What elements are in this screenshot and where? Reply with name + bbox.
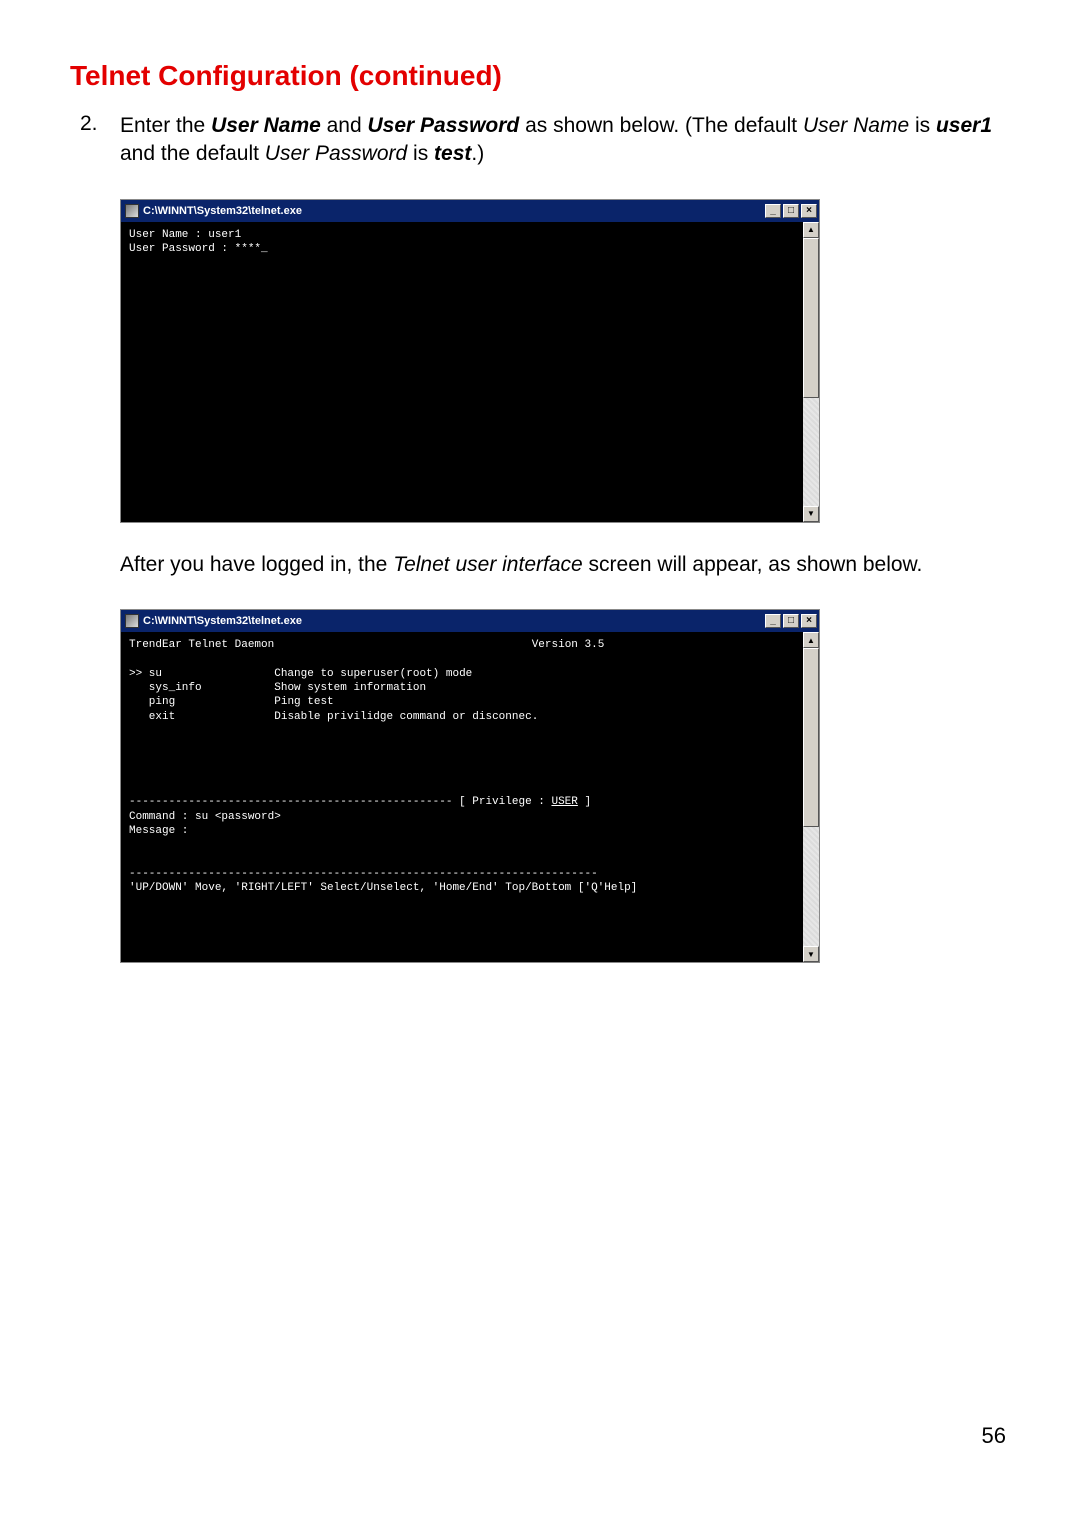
terminal-content: TrendEar Telnet Daemon Version 3.5 >> su… [121, 632, 803, 962]
step-number: 2. [80, 112, 120, 169]
scroll-thumb[interactable] [803, 648, 819, 827]
window-controls: _ □ × [765, 614, 817, 628]
maximize-button[interactable]: □ [783, 614, 799, 628]
after-login-paragraph: After you have logged in, the Telnet use… [120, 551, 1010, 579]
help-footer: 'UP/DOWN' Move, 'RIGHT/LEFT' Select/Unse… [129, 882, 637, 894]
txt: After you have logged in, the [120, 553, 393, 576]
desc-su: Change to superuser(root) mode [274, 668, 472, 680]
privilege-value: USER [551, 796, 577, 808]
terminal-content: User Name : user1 User Password : ****_ [121, 222, 803, 522]
cmd-exit: exit [129, 711, 175, 723]
login-user-line: User Name : user1 [129, 229, 241, 241]
titlebar: C:\WINNT\System32\telnet.exe _ □ × [121, 200, 819, 222]
desc-exit: Disable privilidge command or disconnec. [274, 711, 538, 723]
privilege-end: ] [578, 796, 591, 808]
minimize-button[interactable]: _ [765, 204, 781, 218]
app-icon [125, 614, 139, 628]
txt: as shown below. (The default [519, 114, 803, 137]
scroll-down-button[interactable]: ▼ [803, 506, 819, 522]
scroll-up-button[interactable]: ▲ [803, 222, 819, 238]
scrollbar[interactable]: ▲ ▼ [803, 632, 819, 962]
italic-telnet-ui: Telnet user interface [393, 553, 583, 576]
terminal-window-login: C:\WINNT\System32\telnet.exe _ □ × User … [120, 199, 820, 523]
close-button[interactable]: × [801, 614, 817, 628]
window-title: C:\WINNT\System32\telnet.exe [143, 615, 302, 627]
daemon-header-left: TrendEar Telnet Daemon [129, 639, 274, 651]
default-user: user1 [936, 114, 992, 137]
txt: and the default [120, 142, 265, 165]
titlebar: C:\WINNT\System32\telnet.exe _ □ × [121, 610, 819, 632]
txt: and [321, 114, 368, 137]
txt: .) [471, 142, 484, 165]
cmd-su: >> su [129, 668, 162, 680]
page-heading: Telnet Configuration (continued) [70, 60, 1010, 92]
default-pass: test [434, 142, 471, 165]
cmd-sysinfo: sys_info [129, 682, 202, 694]
app-icon [125, 204, 139, 218]
bold-user-name: User Name [211, 114, 321, 137]
italic-user-name: User Name [803, 114, 909, 137]
scroll-down-button[interactable]: ▼ [803, 946, 819, 962]
message-line: Message : [129, 825, 188, 837]
window-controls: _ □ × [765, 204, 817, 218]
desc-sysinfo: Show system information [274, 682, 426, 694]
window-title: C:\WINNT\System32\telnet.exe [143, 205, 302, 217]
bold-user-password: User Password [368, 114, 520, 137]
scroll-track[interactable] [803, 648, 819, 946]
daemon-header-right: Version 3.5 [532, 639, 605, 651]
scrollbar[interactable]: ▲ ▼ [803, 222, 819, 522]
step-2: 2. Enter the User Name and User Password… [70, 112, 1010, 169]
close-button[interactable]: × [801, 204, 817, 218]
txt: is [909, 114, 936, 137]
page-number: 56 [70, 1423, 1010, 1449]
desc-ping: Ping test [274, 696, 333, 708]
txt: is [407, 142, 434, 165]
step-instruction: Enter the User Name and User Password as… [120, 112, 1010, 169]
txt: screen will appear, as shown below. [583, 553, 923, 576]
scroll-track[interactable] [803, 238, 819, 506]
scroll-up-button[interactable]: ▲ [803, 632, 819, 648]
minimize-button[interactable]: _ [765, 614, 781, 628]
command-line: Command : su <password> [129, 811, 281, 823]
cmd-ping: ping [129, 696, 175, 708]
terminal-window-menu: C:\WINNT\System32\telnet.exe _ □ × Trend… [120, 609, 820, 963]
maximize-button[interactable]: □ [783, 204, 799, 218]
login-pass-line: User Password : ****_ [129, 243, 268, 255]
txt: Enter the [120, 114, 211, 137]
privilege-line: ----------------------------------------… [129, 796, 551, 808]
scroll-thumb[interactable] [803, 238, 819, 399]
italic-user-password: User Password [265, 142, 407, 165]
